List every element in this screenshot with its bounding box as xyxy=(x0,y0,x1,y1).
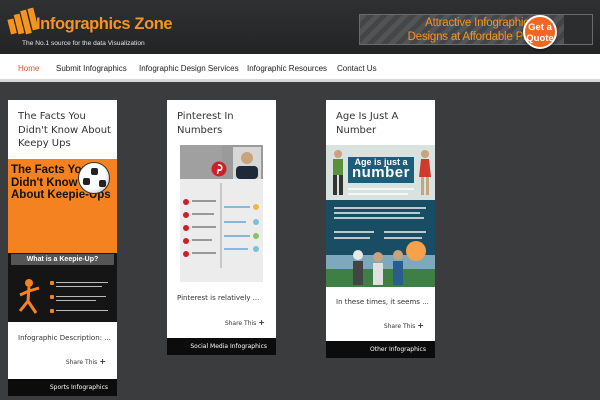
share-label: Share This xyxy=(383,323,416,330)
thumb-text-line xyxy=(334,231,374,233)
thumb-badge xyxy=(406,241,426,261)
plus-icon: + xyxy=(258,318,265,327)
person-photo xyxy=(233,147,261,179)
share-button[interactable]: Share This + xyxy=(384,321,424,330)
share-label: Share This xyxy=(65,359,98,366)
site-logo[interactable]: Infographics Zone The No.1 source for th… xyxy=(7,7,173,49)
thumb-text-line xyxy=(384,237,422,239)
thumb-text-line xyxy=(348,188,414,190)
header-ad-banner[interactable]: Attractive Infographic Designs at Afford… xyxy=(359,14,593,45)
thumb-subheader-strip xyxy=(8,241,117,253)
nav-item-contact-us[interactable]: Contact Us xyxy=(337,64,377,73)
post-excerpt: In these times, it seems ... xyxy=(336,298,429,306)
thumb-header-area xyxy=(180,145,263,179)
thumb-text-line xyxy=(334,212,420,214)
post-title[interactable]: The Facts You Didn't Know About Keepy Up… xyxy=(18,110,113,151)
man-figure-icon xyxy=(333,150,343,195)
post-category[interactable]: Other Infographics xyxy=(326,341,435,358)
plus-icon: + xyxy=(417,321,424,330)
thumb-bullet xyxy=(50,309,54,313)
thumb-text-line xyxy=(384,231,426,233)
thumb-bullet xyxy=(50,281,54,285)
nav-item-home[interactable]: Home xyxy=(18,64,39,73)
post-card: Age Is Just A Number Age is just a numbe… xyxy=(326,100,435,358)
woman-figure-icon xyxy=(419,150,431,195)
people-figures-icon xyxy=(353,250,403,285)
thumb-bullet xyxy=(50,295,54,299)
ad-ribbon xyxy=(564,15,592,44)
category-label: Social Media Infographics xyxy=(190,343,267,350)
share-button[interactable]: Share This + xyxy=(66,357,106,366)
thumb-text-line xyxy=(348,193,408,195)
post-title[interactable]: Age Is Just A Number xyxy=(336,110,431,137)
nav-item-submit-infographics[interactable]: Submit Infographics xyxy=(56,64,127,73)
thumb-text-line xyxy=(56,310,108,311)
category-label: Other Infographics xyxy=(370,346,426,353)
post-thumbnail[interactable] xyxy=(167,145,276,282)
thumb-text-line xyxy=(56,300,96,301)
plus-icon: + xyxy=(99,357,106,366)
quote-badge-line1: Get a xyxy=(528,22,552,33)
post-card: The Facts You Didn't Know About Keepy Up… xyxy=(8,100,117,396)
site-header: Infographics Zone The No.1 source for th… xyxy=(0,0,600,54)
thumb-subtitle: What is a Keepie-Up? xyxy=(26,256,99,263)
category-label: Sports Infographics xyxy=(49,384,108,391)
thumb-title: Age is just a number xyxy=(348,157,414,183)
post-category[interactable]: Social Media Infographics xyxy=(167,338,276,355)
player-figure-icon xyxy=(18,279,40,314)
logo-tagline: The No.1 source for the data Visualizati… xyxy=(22,40,145,47)
timeline-markers xyxy=(183,199,259,257)
thumb-text-line xyxy=(334,237,370,239)
thumb-text-line xyxy=(334,207,426,209)
get-a-quote-button[interactable]: Get a Quote xyxy=(523,15,557,49)
quote-badge-line2: Quote xyxy=(526,33,554,44)
thumb-text-line xyxy=(56,282,108,283)
thumb-text-line xyxy=(56,296,106,297)
logo-title: Infographics Zone xyxy=(36,15,173,33)
thumb-text-line xyxy=(334,217,424,219)
post-excerpt: Infographic Description: ... xyxy=(18,334,111,342)
pinterest-logo-icon xyxy=(211,161,227,177)
post-title[interactable]: Pinterest In Numbers xyxy=(177,110,272,137)
main-nav: Home Submit Infographics Infographic Des… xyxy=(0,54,600,82)
post-excerpt: Pinterest is relatively ... xyxy=(177,294,260,302)
nav-item-infographic-design-services[interactable]: Infographic Design Services xyxy=(139,64,239,73)
share-label: Share This xyxy=(224,320,257,327)
post-thumbnail[interactable]: The Facts You Didn't Know About Keepie-U… xyxy=(8,159,117,322)
post-thumbnail[interactable]: Age is just a number xyxy=(326,145,435,287)
thumb-title-line2: number xyxy=(351,164,410,181)
soccer-ball-icon xyxy=(78,162,110,194)
post-card: Pinterest In Numbers Pinterest is relati… xyxy=(167,100,276,355)
thumb-subtitle-bar: What is a Keepie-Up? xyxy=(11,254,114,265)
thumb-text-line xyxy=(56,286,102,287)
share-button[interactable]: Share This + xyxy=(225,318,265,327)
nav-item-infographic-resources[interactable]: Infographic Resources xyxy=(247,64,327,73)
post-category[interactable]: Sports Infographics xyxy=(8,379,117,396)
